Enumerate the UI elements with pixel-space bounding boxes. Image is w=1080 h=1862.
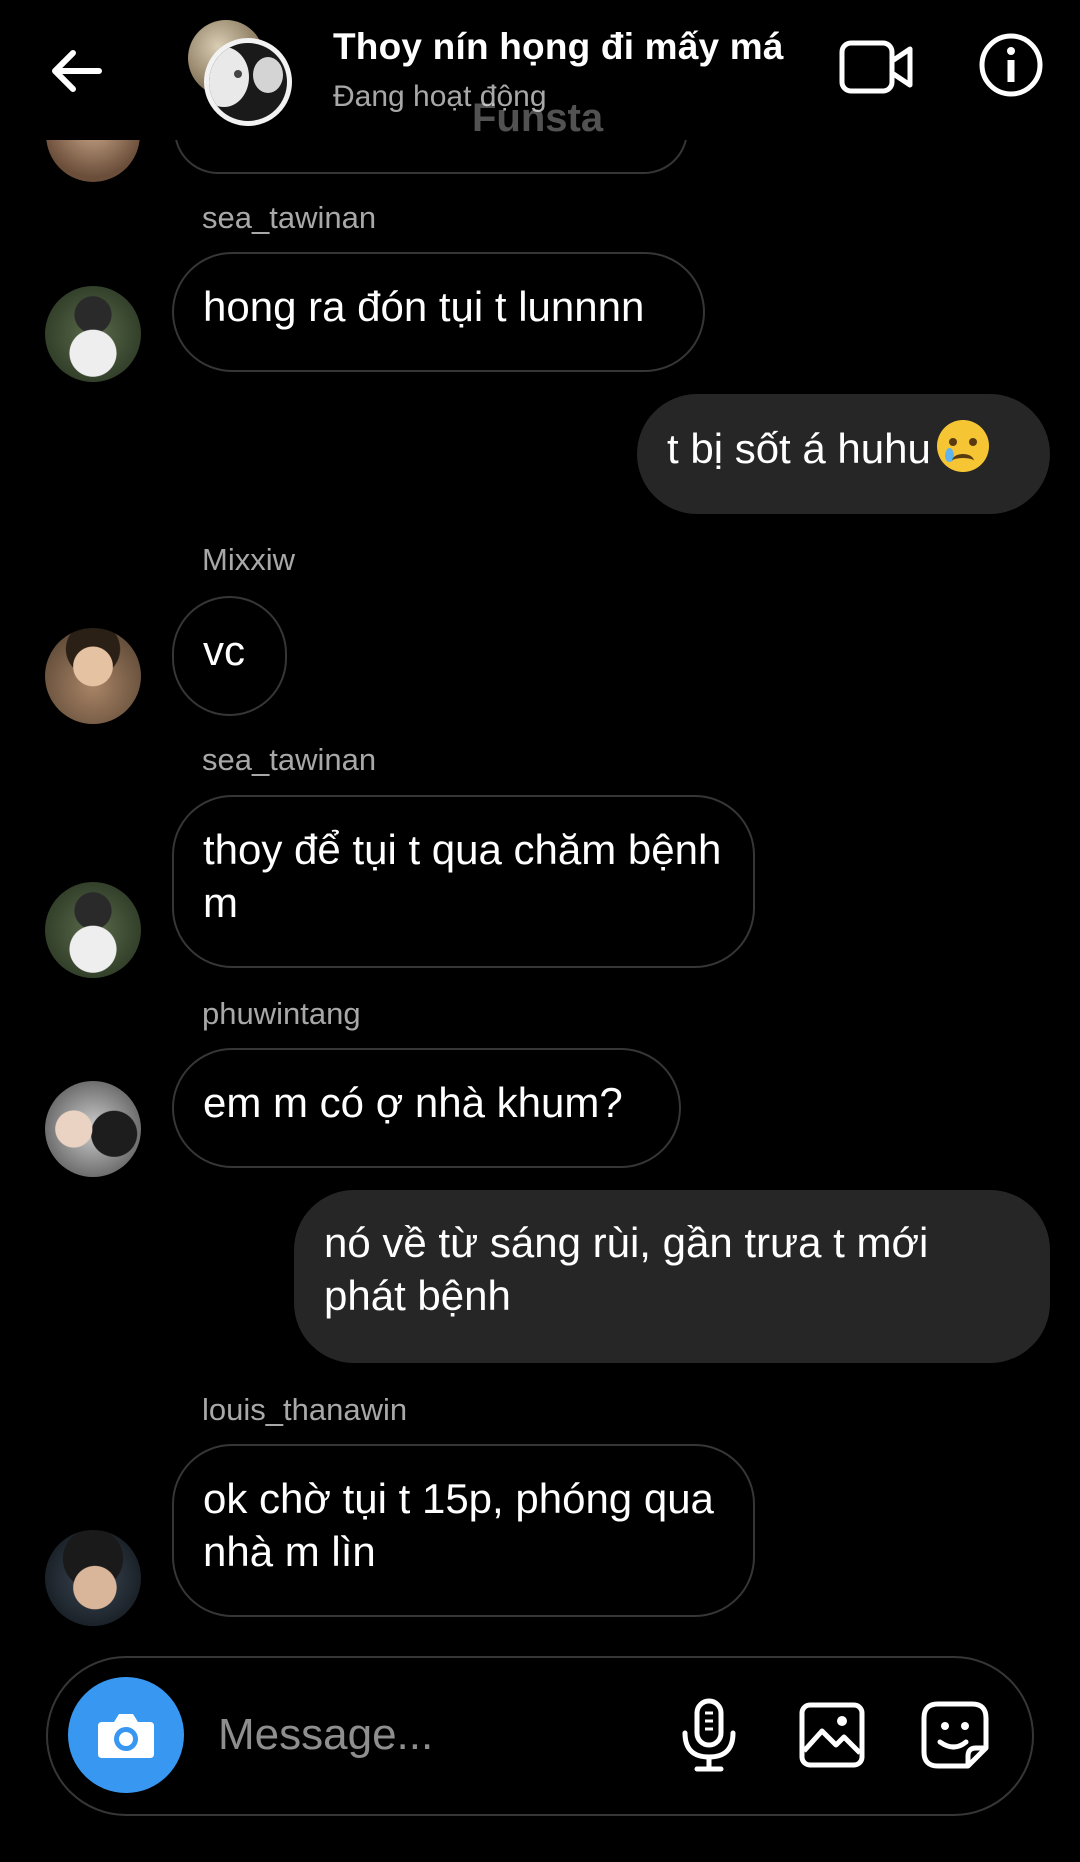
avatar[interactable] xyxy=(45,1081,141,1177)
video-call-button[interactable] xyxy=(836,32,916,102)
sender-name: sea_tawinan xyxy=(202,742,377,777)
message-composer xyxy=(46,1656,1034,1816)
arrow-left-icon xyxy=(52,50,102,92)
message-text: em m có ợ nhà khum? xyxy=(203,1079,623,1126)
crying-face-icon xyxy=(936,420,989,472)
message-text: vc xyxy=(203,627,245,674)
message-text: thoy để tụi t qua chăm bệnh m xyxy=(203,826,722,926)
message-bubble[interactable]: em m có ợ nhà khum? xyxy=(172,1048,681,1168)
sticker-icon xyxy=(921,1701,989,1769)
avatar[interactable] xyxy=(45,286,141,382)
message-bubble[interactable]: thoy để tụi t qua chăm bệnh m xyxy=(172,795,755,968)
camera-icon xyxy=(98,1714,154,1758)
microphone-icon xyxy=(682,1698,736,1772)
message-bubble[interactable]: vc xyxy=(172,596,287,716)
sender-name: louis_thanawin xyxy=(202,1392,408,1427)
message-text: ok chờ tụi t 15p, phóng qua nhà m lìn xyxy=(203,1475,714,1575)
sticker-button[interactable] xyxy=(914,1694,996,1776)
message-bubble[interactable]: hong ra đón tụi t lunnnn xyxy=(172,252,705,372)
video-camera-icon xyxy=(839,40,913,94)
info-icon xyxy=(979,33,1043,97)
sender-name: sea_tawinan xyxy=(202,200,377,235)
message-input[interactable] xyxy=(218,1702,678,1768)
chat-title[interactable]: Thoy nín họng đi mấy má xyxy=(333,26,784,68)
camera-button[interactable] xyxy=(68,1677,184,1793)
avatar[interactable] xyxy=(45,1530,141,1626)
gallery-button[interactable] xyxy=(791,1694,873,1776)
message-bubble[interactable]: ok chờ tụi t 15p, phóng qua nhà m lìn xyxy=(172,1444,755,1617)
message-text: nó về từ sáng rùi, gần trưa t mới phát b… xyxy=(324,1219,929,1319)
info-button[interactable] xyxy=(976,30,1046,100)
group-avatar-front xyxy=(204,38,292,126)
watermark: Funsta xyxy=(472,96,604,140)
sender-name: phuwintang xyxy=(202,996,361,1031)
sender-name: Mixxiw xyxy=(202,542,295,577)
avatar[interactable] xyxy=(45,628,141,724)
voice-message-button[interactable] xyxy=(668,1694,750,1776)
message-bubble-outgoing[interactable]: t bị sốt á huhu xyxy=(637,394,1050,514)
loading-spinner-icon xyxy=(234,70,242,78)
group-avatar[interactable] xyxy=(188,20,300,126)
avatar[interactable] xyxy=(45,882,141,978)
message-text: t bị sốt á huhu xyxy=(667,425,931,472)
back-button[interactable] xyxy=(40,36,110,106)
image-icon xyxy=(799,1702,865,1768)
message-text: hong ra đón tụi t lunnnn xyxy=(203,283,645,330)
message-bubble-outgoing[interactable]: nó về từ sáng rùi, gần trưa t mới phát b… xyxy=(294,1190,1050,1363)
